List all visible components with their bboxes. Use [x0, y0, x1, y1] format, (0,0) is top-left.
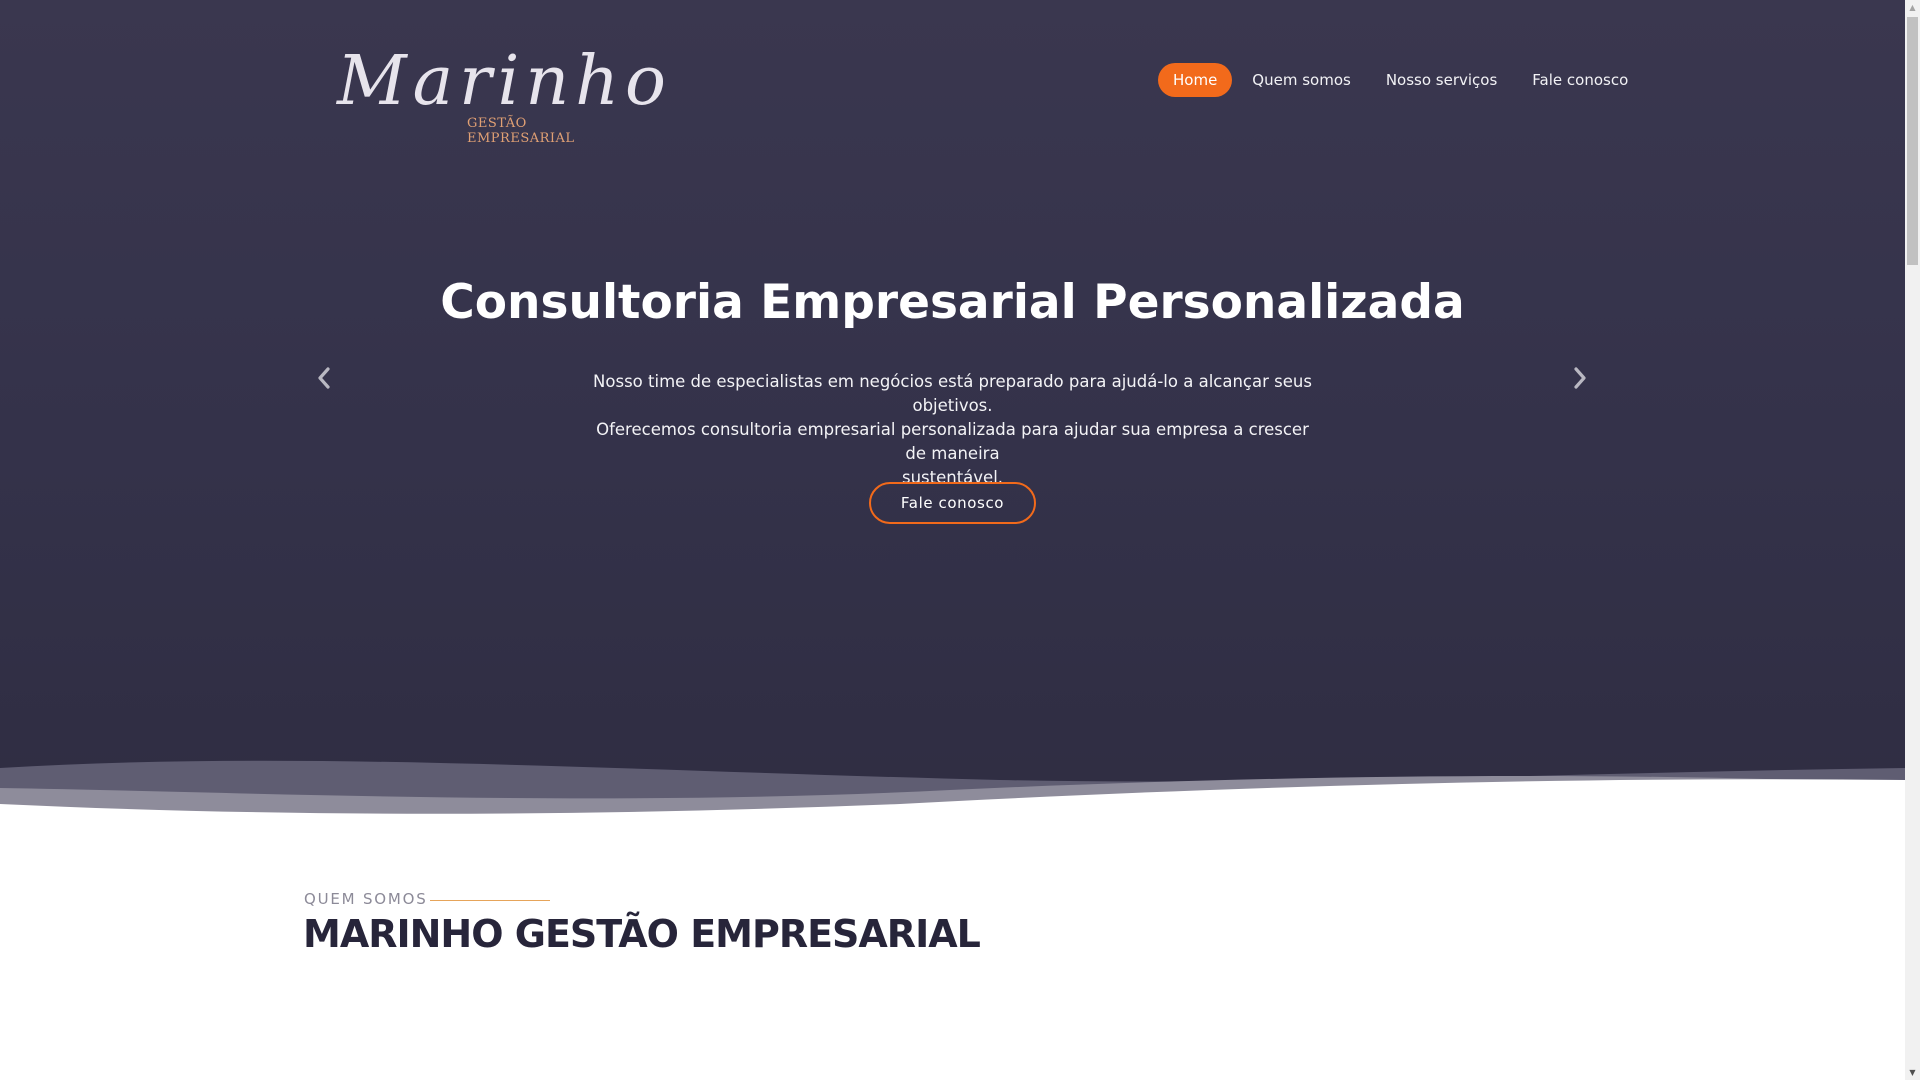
chevron-right-icon — [1574, 367, 1586, 389]
hero-section: Marinho GESTÃO EMPRESARIAL Home Quem som… — [0, 0, 1905, 840]
nav-item-fale-conosco[interactable]: Fale conosco — [1517, 63, 1643, 97]
carousel-prev-button[interactable] — [309, 363, 339, 393]
hero-description-line-2: Oferecemos consultoria empresarial perso… — [596, 420, 1309, 463]
carousel-next-button[interactable] — [1565, 363, 1595, 393]
logo-subtitle: GESTÃO EMPRESARIAL — [467, 116, 575, 146]
page-scrollbar[interactable]: ▲ ▼ — [1905, 0, 1920, 1080]
about-label-divider — [430, 900, 550, 901]
hero-wave-divider — [0, 760, 1905, 840]
nav-item-home[interactable]: Home — [1158, 63, 1233, 97]
chevron-left-icon — [318, 367, 330, 389]
nav-item-quem-somos[interactable]: Quem somos — [1237, 63, 1366, 97]
main-nav: Home Quem somos Nosso serviços Fale cono… — [1158, 63, 1648, 97]
scrollbar-thumb[interactable] — [1907, 17, 1918, 265]
logo[interactable]: Marinho GESTÃO EMPRESARIAL — [337, 42, 666, 148]
hero-contact-button[interactable]: Fale conosco — [869, 482, 1036, 524]
hero-description: Nosso time de especialistas em negócios … — [585, 370, 1320, 490]
about-section-title: MARINHO GESTÃO EMPRESARIAL — [303, 912, 981, 956]
scroll-up-arrow-icon[interactable]: ▲ — [1905, 0, 1920, 15]
hero-title: Consultoria Empresarial Personalizada — [440, 275, 1465, 330]
logo-script-text: Marinho — [337, 42, 672, 121]
scroll-down-arrow-icon[interactable]: ▼ — [1905, 1065, 1920, 1080]
nav-item-nosso-servicos[interactable]: Nosso serviços — [1371, 63, 1512, 97]
hero-description-line-1: Nosso time de especialistas em negócios … — [593, 372, 1312, 415]
about-section-label: QUEM SOMOS — [304, 890, 428, 908]
